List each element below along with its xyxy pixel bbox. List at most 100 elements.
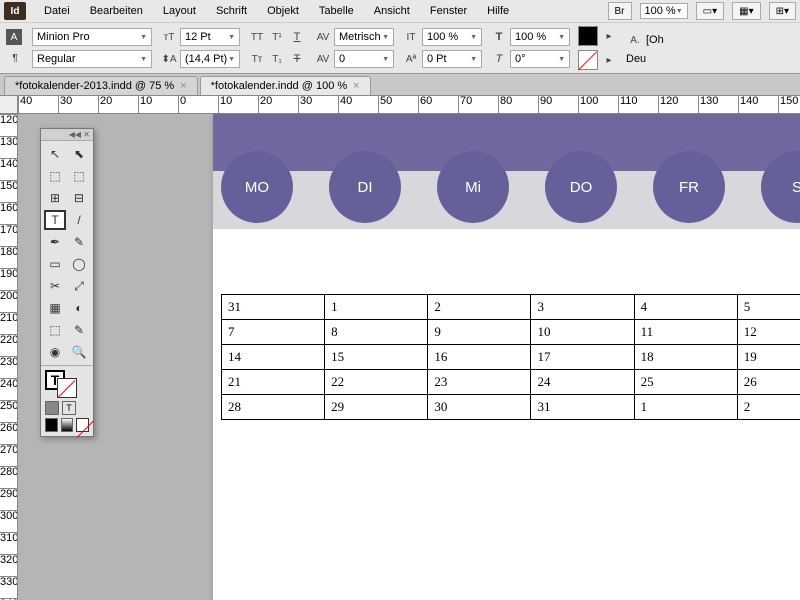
tab-doc-2[interactable]: *fotokalender.indd @ 100 %× <box>200 76 371 95</box>
calendar-cell[interactable]: 22 <box>325 370 428 395</box>
screen-mode-button[interactable]: ▦▾ <box>732 2 760 20</box>
calendar-cell[interactable]: 17 <box>531 345 634 370</box>
tool-19[interactable]: 🔍 <box>68 342 90 362</box>
canvas[interactable]: MO DI Mi DO FR S 31123457891011121415161… <box>18 114 800 600</box>
tool-3[interactable]: ⬚ <box>68 166 90 186</box>
menu-tabelle[interactable]: Tabelle <box>309 2 364 20</box>
para-format-icon[interactable]: ¶ <box>6 49 24 67</box>
calendar-cell[interactable]: 30 <box>428 395 531 420</box>
tool-7[interactable]: / <box>68 210 90 230</box>
tool-18[interactable]: ◉ <box>44 342 66 362</box>
strike-icon[interactable]: T <box>288 50 306 68</box>
tool-15[interactable]: ◐ <box>68 298 90 318</box>
menu-datei[interactable]: Datei <box>34 2 80 20</box>
tool-1[interactable]: ⬉ <box>68 144 90 164</box>
calendar-cell[interactable]: 31 <box>222 295 325 320</box>
none-color-icon[interactable] <box>76 418 89 432</box>
menu-ansicht[interactable]: Ansicht <box>364 2 420 20</box>
menu-objekt[interactable]: Objekt <box>257 2 309 20</box>
tool-16[interactable]: ⬚ <box>44 320 66 340</box>
menu-layout[interactable]: Layout <box>153 2 206 20</box>
ruler-horizontal[interactable]: 4030201001020304050607080901001101201301… <box>18 96 800 114</box>
vscale-select[interactable]: 100 %▼ <box>422 28 482 46</box>
superscript-icon[interactable]: T¹ <box>268 28 286 46</box>
tool-11[interactable]: ◯ <box>68 254 90 274</box>
fill-swatch[interactable] <box>578 26 598 46</box>
calendar-cell[interactable]: 28 <box>222 395 325 420</box>
calendar-cell[interactable]: 1 <box>325 295 428 320</box>
stroke-color[interactable] <box>57 378 77 398</box>
close-icon[interactable]: × <box>180 80 186 92</box>
calendar-cell[interactable]: 1 <box>634 395 737 420</box>
tracking-select[interactable]: 0▼ <box>334 50 394 68</box>
tool-2[interactable]: ⬚ <box>44 166 66 186</box>
tool-9[interactable]: ✎ <box>68 232 90 252</box>
menu-schrift[interactable]: Schrift <box>206 2 257 20</box>
tools-panel[interactable]: ◀◀ ✕ ↖⬉⬚⬚⊞⊟T/✒✎▭◯✂⤢▦◐⬚✎◉🔍 T T <box>40 128 94 437</box>
stroke-swatch[interactable] <box>578 50 598 70</box>
calendar-cell[interactable]: 3 <box>531 295 634 320</box>
bridge-button[interactable]: Br <box>608 2 632 20</box>
calendar-cell[interactable]: 16 <box>428 345 531 370</box>
smallcaps-icon[interactable]: Tт <box>248 50 266 68</box>
menu-hilfe[interactable]: Hilfe <box>477 2 519 20</box>
calendar-cell[interactable]: 14 <box>222 345 325 370</box>
underline-icon[interactable]: T <box>288 28 306 46</box>
panel-header[interactable]: ◀◀ ✕ <box>41 129 93 141</box>
skew-select[interactable]: 0°▼ <box>510 50 570 68</box>
calendar-cell[interactable]: 9 <box>428 320 531 345</box>
ruler-origin[interactable] <box>0 96 18 114</box>
allcaps-icon[interactable]: TT <box>248 28 266 46</box>
calendar-cell[interactable]: 12 <box>737 320 800 345</box>
calendar-cell[interactable]: 4 <box>634 295 737 320</box>
calendar-cell[interactable]: 11 <box>634 320 737 345</box>
tool-12[interactable]: ✂ <box>44 276 66 296</box>
calendar-cell[interactable]: 24 <box>531 370 634 395</box>
font-style-select[interactable]: Regular▼ <box>32 50 152 68</box>
baseline-select[interactable]: 0 Pt▼ <box>422 50 482 68</box>
font-family-select[interactable]: Minion Pro▼ <box>32 28 152 46</box>
zoom-select[interactable]: 100 % ▼ <box>640 3 688 19</box>
calendar-cell[interactable]: 10 <box>531 320 634 345</box>
ruler-vertical[interactable]: 1201301401501601701801902002102202302402… <box>0 114 18 600</box>
calendar-cell[interactable]: 2 <box>428 295 531 320</box>
calendar-cell[interactable]: 8 <box>325 320 428 345</box>
calendar-cell[interactable]: 2 <box>737 395 800 420</box>
calendar-cell[interactable]: 23 <box>428 370 531 395</box>
calendar-cell[interactable]: 25 <box>634 370 737 395</box>
default-colors-icon[interactable] <box>45 418 58 432</box>
close-icon[interactable]: × <box>353 80 359 92</box>
calendar-cell[interactable]: 19 <box>737 345 800 370</box>
tool-14[interactable]: ▦ <box>44 298 66 318</box>
calendar-cell[interactable]: 26 <box>737 370 800 395</box>
char-format-icon[interactable]: A <box>6 29 22 45</box>
calendar-cell[interactable]: 7 <box>222 320 325 345</box>
calendar-cell[interactable]: 18 <box>634 345 737 370</box>
arrange-button[interactable]: ⊞▾ <box>769 2 796 20</box>
menu-fenster[interactable]: Fenster <box>420 2 477 20</box>
page[interactable]: MO DI Mi DO FR S 31123457891011121415161… <box>213 114 800 600</box>
tool-6[interactable]: T <box>44 210 66 230</box>
subscript-icon[interactable]: T₁ <box>268 50 286 68</box>
calendar-cell[interactable]: 29 <box>325 395 428 420</box>
apply-text-icon[interactable]: T <box>62 401 76 415</box>
calendar-cell[interactable]: 5 <box>737 295 800 320</box>
kerning-select[interactable]: Metrisch▼ <box>334 28 394 46</box>
tool-4[interactable]: ⊞ <box>44 188 66 208</box>
hscale-select[interactable]: 100 %▼ <box>510 28 570 46</box>
tool-8[interactable]: ✒ <box>44 232 66 252</box>
font-size-select[interactable]: 12 Pt▼ <box>180 28 240 46</box>
calendar-cell[interactable]: 15 <box>325 345 428 370</box>
view-mode-button[interactable]: ▭▾ <box>696 2 724 20</box>
tool-10[interactable]: ▭ <box>44 254 66 274</box>
tab-doc-1[interactable]: *fotokalender-2013.indd @ 75 %× <box>4 76 198 95</box>
tool-0[interactable]: ↖ <box>44 144 66 164</box>
calendar-cell[interactable]: 31 <box>531 395 634 420</box>
tool-13[interactable]: ⤢ <box>68 276 90 296</box>
leading-select[interactable]: (14,4 Pt)▼ <box>180 50 240 68</box>
menu-bearbeiten[interactable]: Bearbeiten <box>80 2 153 20</box>
gradient-icon[interactable] <box>61 418 74 432</box>
calendar-cell[interactable]: 21 <box>222 370 325 395</box>
tool-17[interactable]: ✎ <box>68 320 90 340</box>
calendar-table[interactable]: 3112345789101112141516171819212223242526… <box>221 294 800 420</box>
